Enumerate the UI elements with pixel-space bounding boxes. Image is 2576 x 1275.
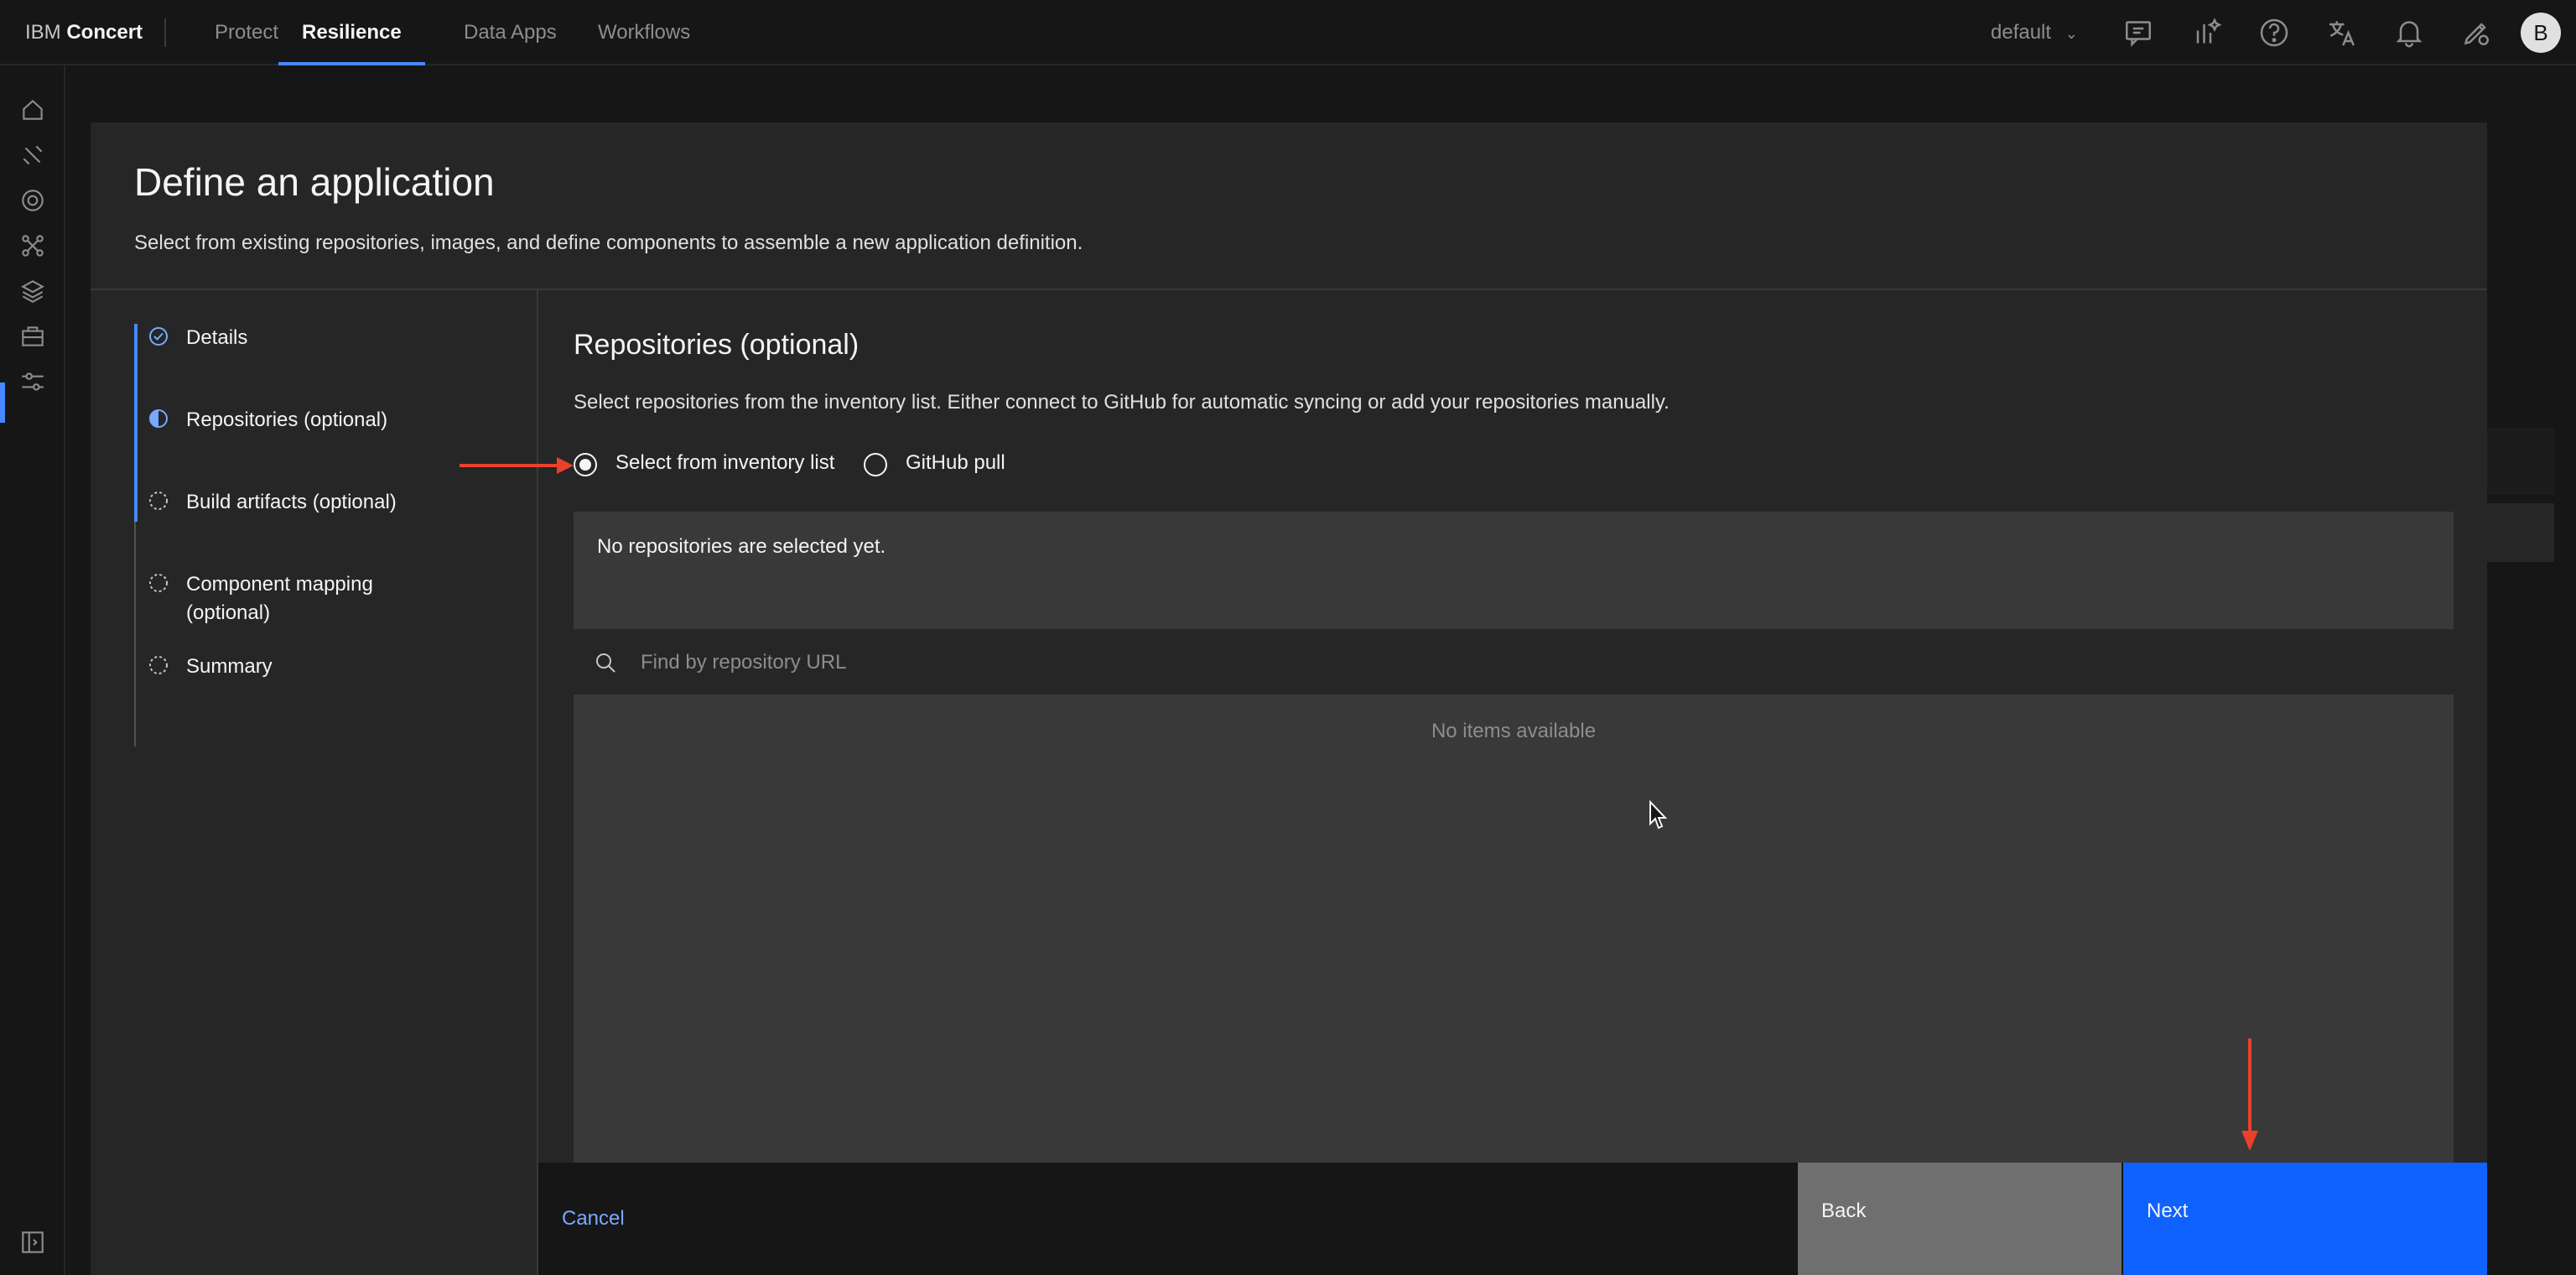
next-button[interactable]: Next <box>2123 1163 2487 1275</box>
panel-toggle-icon[interactable] <box>18 1228 47 1257</box>
step-label: Build artifacts (optional) <box>186 491 397 513</box>
nav-tab-resilience[interactable]: Resilience <box>278 0 425 65</box>
ai-icon[interactable] <box>2189 16 2223 49</box>
radio-label: Select from inventory list <box>615 451 835 474</box>
modal-title: Define an application <box>134 160 495 204</box>
notification-icon[interactable] <box>2392 16 2426 49</box>
help-icon[interactable] <box>2257 16 2291 49</box>
nav-tab-data-apps[interactable]: Data Apps <box>464 0 557 64</box>
top-header: IBM Concert Protect Resilience Data Apps… <box>0 0 2576 65</box>
brand-divider <box>164 18 166 47</box>
nav-tab-workflows[interactable]: Workflows <box>598 0 690 64</box>
circle-dash-icon <box>148 490 169 512</box>
step-label: Repositories (optional) <box>186 409 388 431</box>
annotation-arrow-right <box>460 464 560 467</box>
progress-steps: Details Repositories (optional) Build ar… <box>91 290 538 1275</box>
nav-tab-protect[interactable]: Protect <box>215 0 278 64</box>
define-application-modal: Define an application Select from existi… <box>91 122 2487 1275</box>
tools-icon[interactable] <box>18 141 47 169</box>
background-row <box>2487 503 2554 562</box>
brand-prefix: IBM <box>25 21 61 44</box>
settings-edit-icon[interactable] <box>2459 16 2493 49</box>
step-label: Summary <box>186 655 273 678</box>
layers-icon[interactable] <box>18 277 47 305</box>
radio-ring <box>864 453 887 476</box>
annotation-arrow-head <box>2241 1131 2258 1151</box>
checkmark-outline-icon <box>148 325 169 347</box>
brand-logo[interactable]: IBM Concert <box>25 0 143 65</box>
next-label: Next <box>2147 1200 2189 1222</box>
background-row <box>2487 428 2554 495</box>
section-description: Select repositories from the inventory l… <box>574 391 1670 414</box>
section-title: Repositories (optional) <box>574 329 860 361</box>
selected-repositories: No repositories are selected yet. <box>574 512 2454 629</box>
search-input[interactable] <box>639 629 2403 696</box>
feedback-icon[interactable] <box>2122 16 2155 49</box>
brand-name: Concert <box>66 21 143 44</box>
annotation-arrow-head <box>557 457 574 474</box>
back-button[interactable]: Back <box>1798 1163 2122 1275</box>
translate-icon[interactable] <box>2325 16 2359 49</box>
radio-dot <box>579 459 591 471</box>
step-label: Component mapping (optional) <box>186 573 373 624</box>
cancel-button[interactable]: Cancel <box>562 1163 625 1275</box>
target-icon[interactable] <box>18 186 47 215</box>
radio-label: GitHub pull <box>906 451 1005 474</box>
radio-select-inventory[interactable]: Select from inventory list <box>574 450 859 480</box>
selected-empty-text: No repositories are selected yet. <box>597 535 886 558</box>
settings-sliders-icon[interactable] <box>18 367 47 396</box>
circle-dash-icon <box>148 572 169 594</box>
empty-state-text: No items available <box>1431 720 1597 742</box>
repository-search <box>574 629 2454 696</box>
modal-footer: Cancel Back Next <box>538 1163 2487 1275</box>
network-icon[interactable] <box>18 232 47 260</box>
chevron-down-icon: ⌄ <box>2064 25 2078 42</box>
step-label: Details <box>186 326 248 349</box>
tenant-selector[interactable]: default ⌄ <box>1991 0 2078 66</box>
repository-list: No items available <box>574 696 2454 1163</box>
apps-icon[interactable] <box>18 322 47 351</box>
left-rail <box>0 65 65 1275</box>
radio-github-pull[interactable]: GitHub pull <box>864 450 1031 480</box>
incomplete-half-icon <box>148 408 169 429</box>
modal-subtitle: Select from existing repositories, image… <box>134 232 1083 254</box>
step-content: Repositories (optional) Select repositor… <box>538 290 2487 1163</box>
home-icon[interactable] <box>18 96 47 124</box>
user-avatar[interactable]: B <box>2521 13 2561 53</box>
tenant-label: default <box>1991 21 2052 44</box>
step-track-active <box>134 324 138 522</box>
search-icon <box>592 649 619 676</box>
rail-active-indicator <box>0 382 5 423</box>
circle-dash-icon <box>148 654 169 676</box>
mouse-pointer-icon <box>1649 799 1669 830</box>
back-label: Back <box>1821 1200 1867 1222</box>
